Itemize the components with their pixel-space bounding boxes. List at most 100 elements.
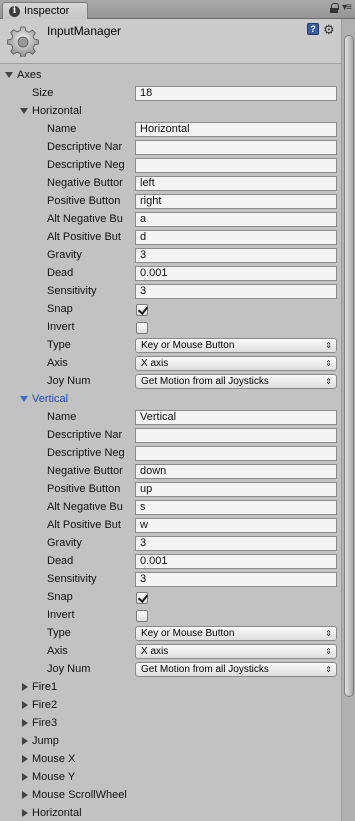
axis-value: X axis — [141, 358, 169, 369]
alt-negative-button-field[interactable]: a — [135, 212, 337, 227]
descriptive-name-label: Descriptive Nar — [47, 141, 123, 153]
descriptive-negative-name-field[interactable] — [135, 158, 337, 173]
type-dropdown[interactable]: Key or Mouse Button ⇕ — [135, 338, 337, 353]
alt-negative-button-label: Alt Negative Bu — [47, 501, 123, 513]
descriptive-name-label: Descriptive Nar — [47, 429, 123, 441]
settings-gear-icon[interactable]: ⚙ — [323, 22, 335, 38]
negative-button-row: Negative Buttor down — [0, 463, 341, 481]
alt-negative-button-row: Alt Negative Bu a — [0, 211, 341, 229]
positive-button-label: Positive Button — [47, 483, 121, 495]
descriptive-name-field[interactable] — [135, 428, 337, 443]
gear-icon — [7, 26, 39, 57]
dropdown-arrow-icon: ⇕ — [325, 665, 332, 674]
negative-button-row: Negative Buttor left — [0, 175, 341, 193]
gravity-field[interactable]: 3 — [135, 248, 337, 263]
dead-row: Dead 0.001 — [0, 265, 341, 283]
foldout-collapsed-icon — [22, 755, 28, 763]
sensitivity-row: Sensitivity 3 — [0, 283, 341, 301]
sensitivity-field[interactable]: 3 — [135, 284, 337, 299]
axis-foldout-collapsed[interactable]: Fire1 — [0, 679, 341, 697]
foldout-expanded-icon — [20, 396, 28, 402]
axes-foldout[interactable]: Axes — [0, 67, 341, 85]
axis-title: Fire2 — [32, 699, 58, 711]
gravity-field[interactable]: 3 — [135, 536, 337, 551]
snap-label: Snap — [47, 303, 73, 315]
alt-positive-button-label: Alt Positive But — [47, 231, 121, 243]
snap-row: Snap — [0, 301, 341, 319]
axis-foldout-collapsed[interactable]: Horizontal — [0, 805, 341, 821]
alt-positive-button-row: Alt Positive But d — [0, 229, 341, 247]
axis-foldout-horizontal[interactable]: Horizontal — [0, 103, 341, 121]
positive-button-field[interactable]: right — [135, 194, 337, 209]
alt-positive-button-field[interactable]: w — [135, 518, 337, 533]
type-dropdown[interactable]: Key or Mouse Button ⇕ — [135, 626, 337, 641]
tab-bar: i Inspector ▾≡ — [0, 0, 355, 19]
axis-foldout-collapsed[interactable]: Mouse Y — [0, 769, 341, 787]
axis-title: Mouse X — [32, 753, 76, 765]
axis-foldout-collapsed[interactable]: Jump — [0, 733, 341, 751]
sensitivity-field[interactable]: 3 — [135, 572, 337, 587]
axis-foldout-collapsed[interactable]: Mouse X — [0, 751, 341, 769]
positive-button-label: Positive Button — [47, 195, 121, 207]
alt-positive-button-label: Alt Positive But — [47, 519, 121, 531]
alt-negative-button-label: Alt Negative Bu — [47, 213, 123, 225]
alt-positive-button-field[interactable]: d — [135, 230, 337, 245]
axis-dropdown[interactable]: X axis ⇕ — [135, 356, 337, 371]
snap-label: Snap — [47, 591, 73, 603]
sensitivity-label: Sensitivity — [47, 285, 97, 297]
dead-field[interactable]: 0.001 — [135, 554, 337, 569]
descriptive-negative-name-field[interactable] — [135, 446, 337, 461]
axis-title: Horizontal — [32, 105, 82, 117]
dead-row: Dead 0.001 — [0, 553, 341, 571]
axis-foldout-collapsed[interactable]: Fire3 — [0, 715, 341, 733]
snap-checkbox[interactable] — [136, 592, 148, 604]
joy-num-dropdown[interactable]: Get Motion from all Joysticks ⇕ — [135, 374, 337, 389]
foldout-collapsed-icon — [22, 683, 28, 691]
descriptive-negative-name-row: Descriptive Neg — [0, 445, 341, 463]
axis-foldout-collapsed[interactable]: Fire2 — [0, 697, 341, 715]
joy-num-value: Get Motion from all Joysticks — [141, 376, 269, 387]
dropdown-arrow-icon: ⇕ — [325, 629, 332, 638]
joy-num-label: Joy Num — [47, 663, 91, 675]
alt-negative-button-field[interactable]: s — [135, 500, 337, 515]
menu-icon[interactable]: ▾≡ — [342, 3, 352, 13]
type-row: Type Key or Mouse Button ⇕ — [0, 337, 341, 355]
negative-button-label: Negative Buttor — [47, 177, 123, 189]
axis-foldout-vertical[interactable]: Vertical — [0, 391, 341, 409]
foldout-collapsed-icon — [22, 719, 28, 727]
descriptive-name-field[interactable] — [135, 140, 337, 155]
scrollbar[interactable] — [341, 19, 355, 821]
snap-checkbox[interactable] — [136, 304, 148, 316]
help-icon[interactable]: ? — [307, 23, 319, 35]
name-label: Name — [47, 411, 77, 423]
axis-title: Mouse Y — [32, 771, 76, 783]
name-field[interactable]: Horizontal — [135, 122, 337, 137]
axis-foldout-collapsed[interactable]: Mouse ScrollWheel — [0, 787, 341, 805]
alt-negative-button-row: Alt Negative Bu s — [0, 499, 341, 517]
negative-button-field[interactable]: down — [135, 464, 337, 479]
foldout-collapsed-icon — [22, 773, 28, 781]
size-field[interactable]: 18 — [135, 86, 337, 101]
type-value: Key or Mouse Button — [141, 628, 235, 639]
foldout-collapsed-icon — [22, 809, 28, 817]
scrollbar-thumb[interactable] — [344, 35, 354, 697]
dead-field[interactable]: 0.001 — [135, 266, 337, 281]
tab-inspector[interactable]: i Inspector — [2, 2, 88, 19]
invert-checkbox[interactable] — [136, 322, 148, 334]
descriptive-name-row: Descriptive Nar — [0, 139, 341, 157]
invert-checkbox[interactable] — [136, 610, 148, 622]
joy-num-row: Joy Num Get Motion from all Joysticks ⇕ — [0, 373, 341, 391]
name-field[interactable]: Vertical — [135, 410, 337, 425]
dead-label: Dead — [47, 555, 74, 567]
lock-icon[interactable] — [330, 3, 340, 13]
axes-label: Axes — [17, 69, 42, 81]
tab-label: Inspector — [24, 5, 70, 17]
foldout-expanded-icon — [20, 108, 28, 114]
gravity-row: Gravity 3 — [0, 535, 341, 553]
negative-button-field[interactable]: left — [135, 176, 337, 191]
positive-button-field[interactable]: up — [135, 482, 337, 497]
axis-dropdown[interactable]: X axis ⇕ — [135, 644, 337, 659]
joy-num-dropdown[interactable]: Get Motion from all Joysticks ⇕ — [135, 662, 337, 677]
axis-row: Axis X axis ⇕ — [0, 355, 341, 373]
gravity-label: Gravity — [47, 537, 82, 549]
